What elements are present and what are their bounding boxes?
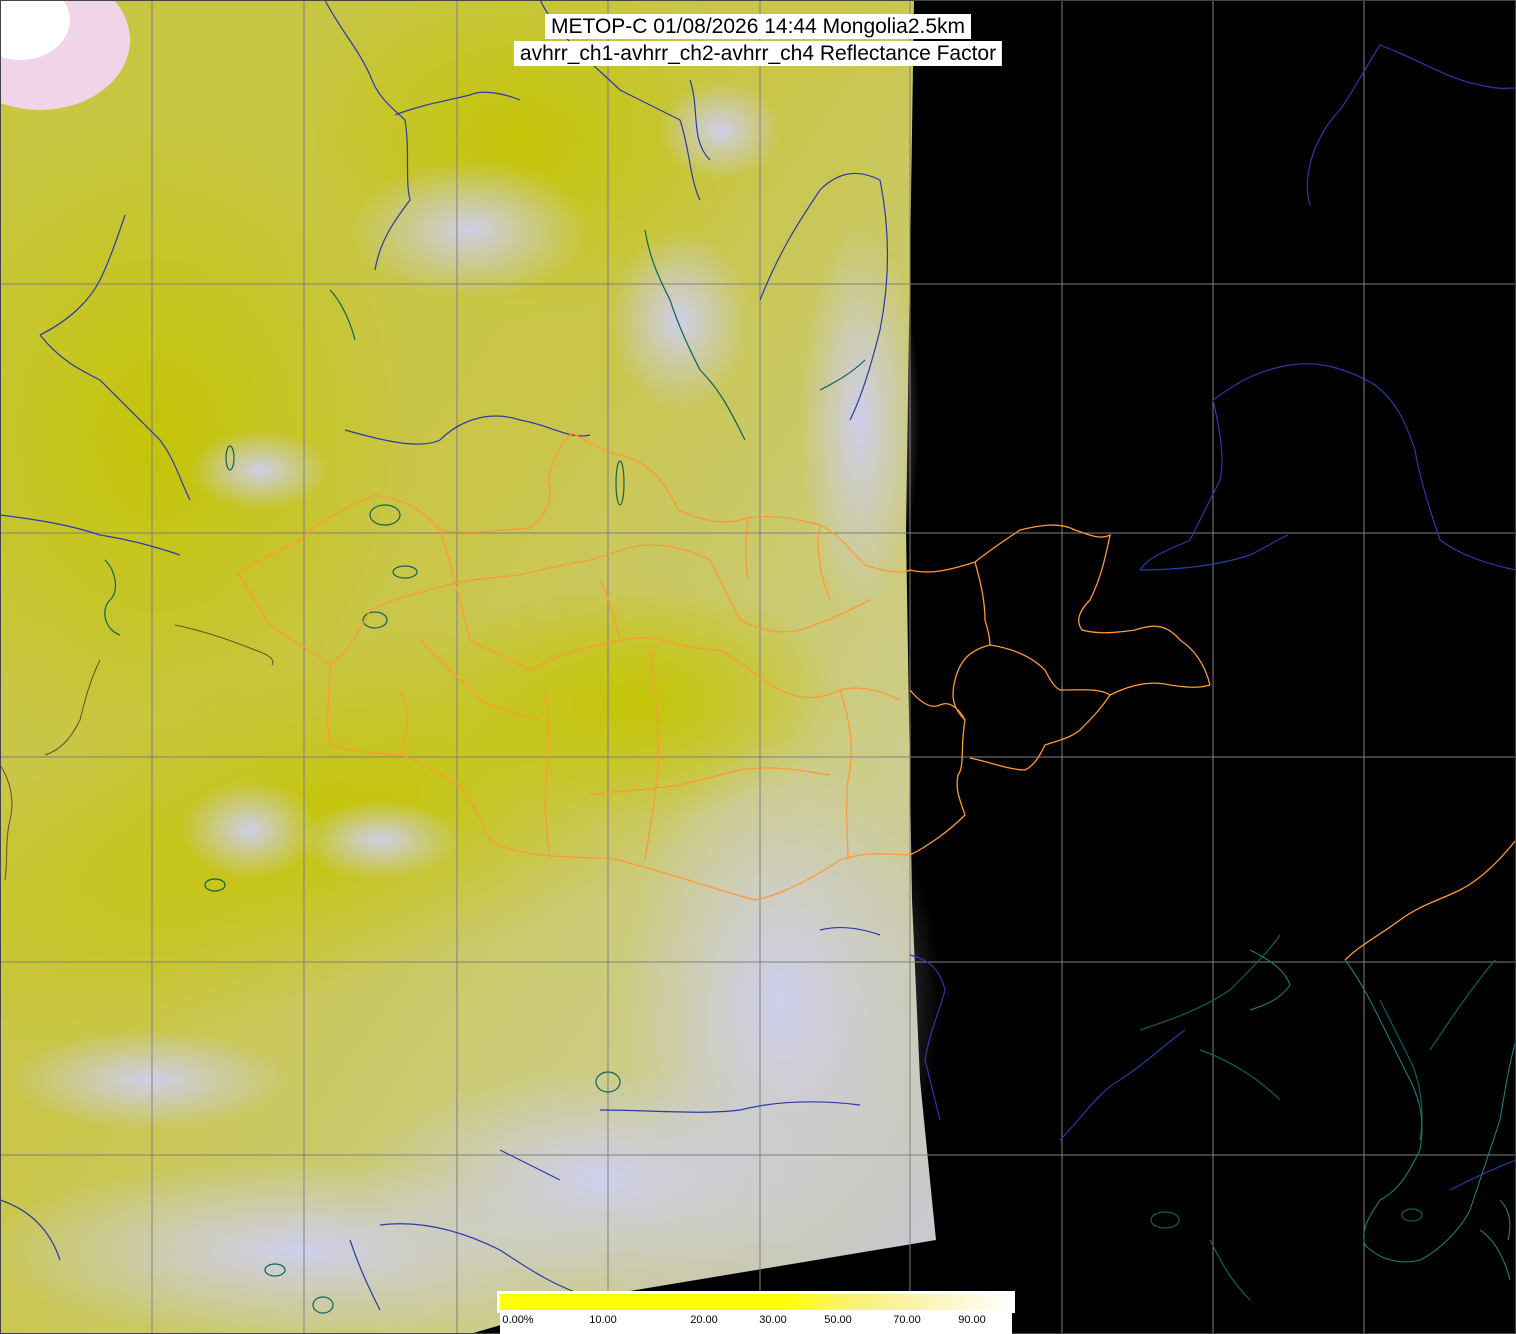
map-subtitle: avhrr_ch1-avhrr_ch2-avhrr_ch4 Reflectanc…	[513, 41, 1003, 66]
colorbar-ticks: 0.00% 10.00 20.00 30.00 50.00 70.00 90.0…	[500, 1310, 1012, 1334]
satellite-map	[0, 0, 1516, 1334]
colorbar-tick-label: 10.00	[589, 1314, 617, 1326]
colorbar-tick-label: 90.00	[958, 1314, 986, 1326]
colorbar-tick-label: 70.00	[893, 1314, 921, 1326]
colorbar-tick-label: 30.00	[759, 1314, 787, 1326]
colorbar-tick-label: 20.00	[690, 1314, 718, 1326]
map-title: METOP-C 01/08/2026 14:44 Mongolia2.5km	[544, 14, 972, 39]
satellite-swath	[0, 0, 940, 1334]
colorbar: 0.00% 10.00 20.00 30.00 50.00 70.00 90.0…	[497, 1291, 1015, 1334]
colorbar-tick-label: 0.00%	[502, 1314, 534, 1326]
colorbar-tick-label: 50.00	[824, 1314, 852, 1326]
